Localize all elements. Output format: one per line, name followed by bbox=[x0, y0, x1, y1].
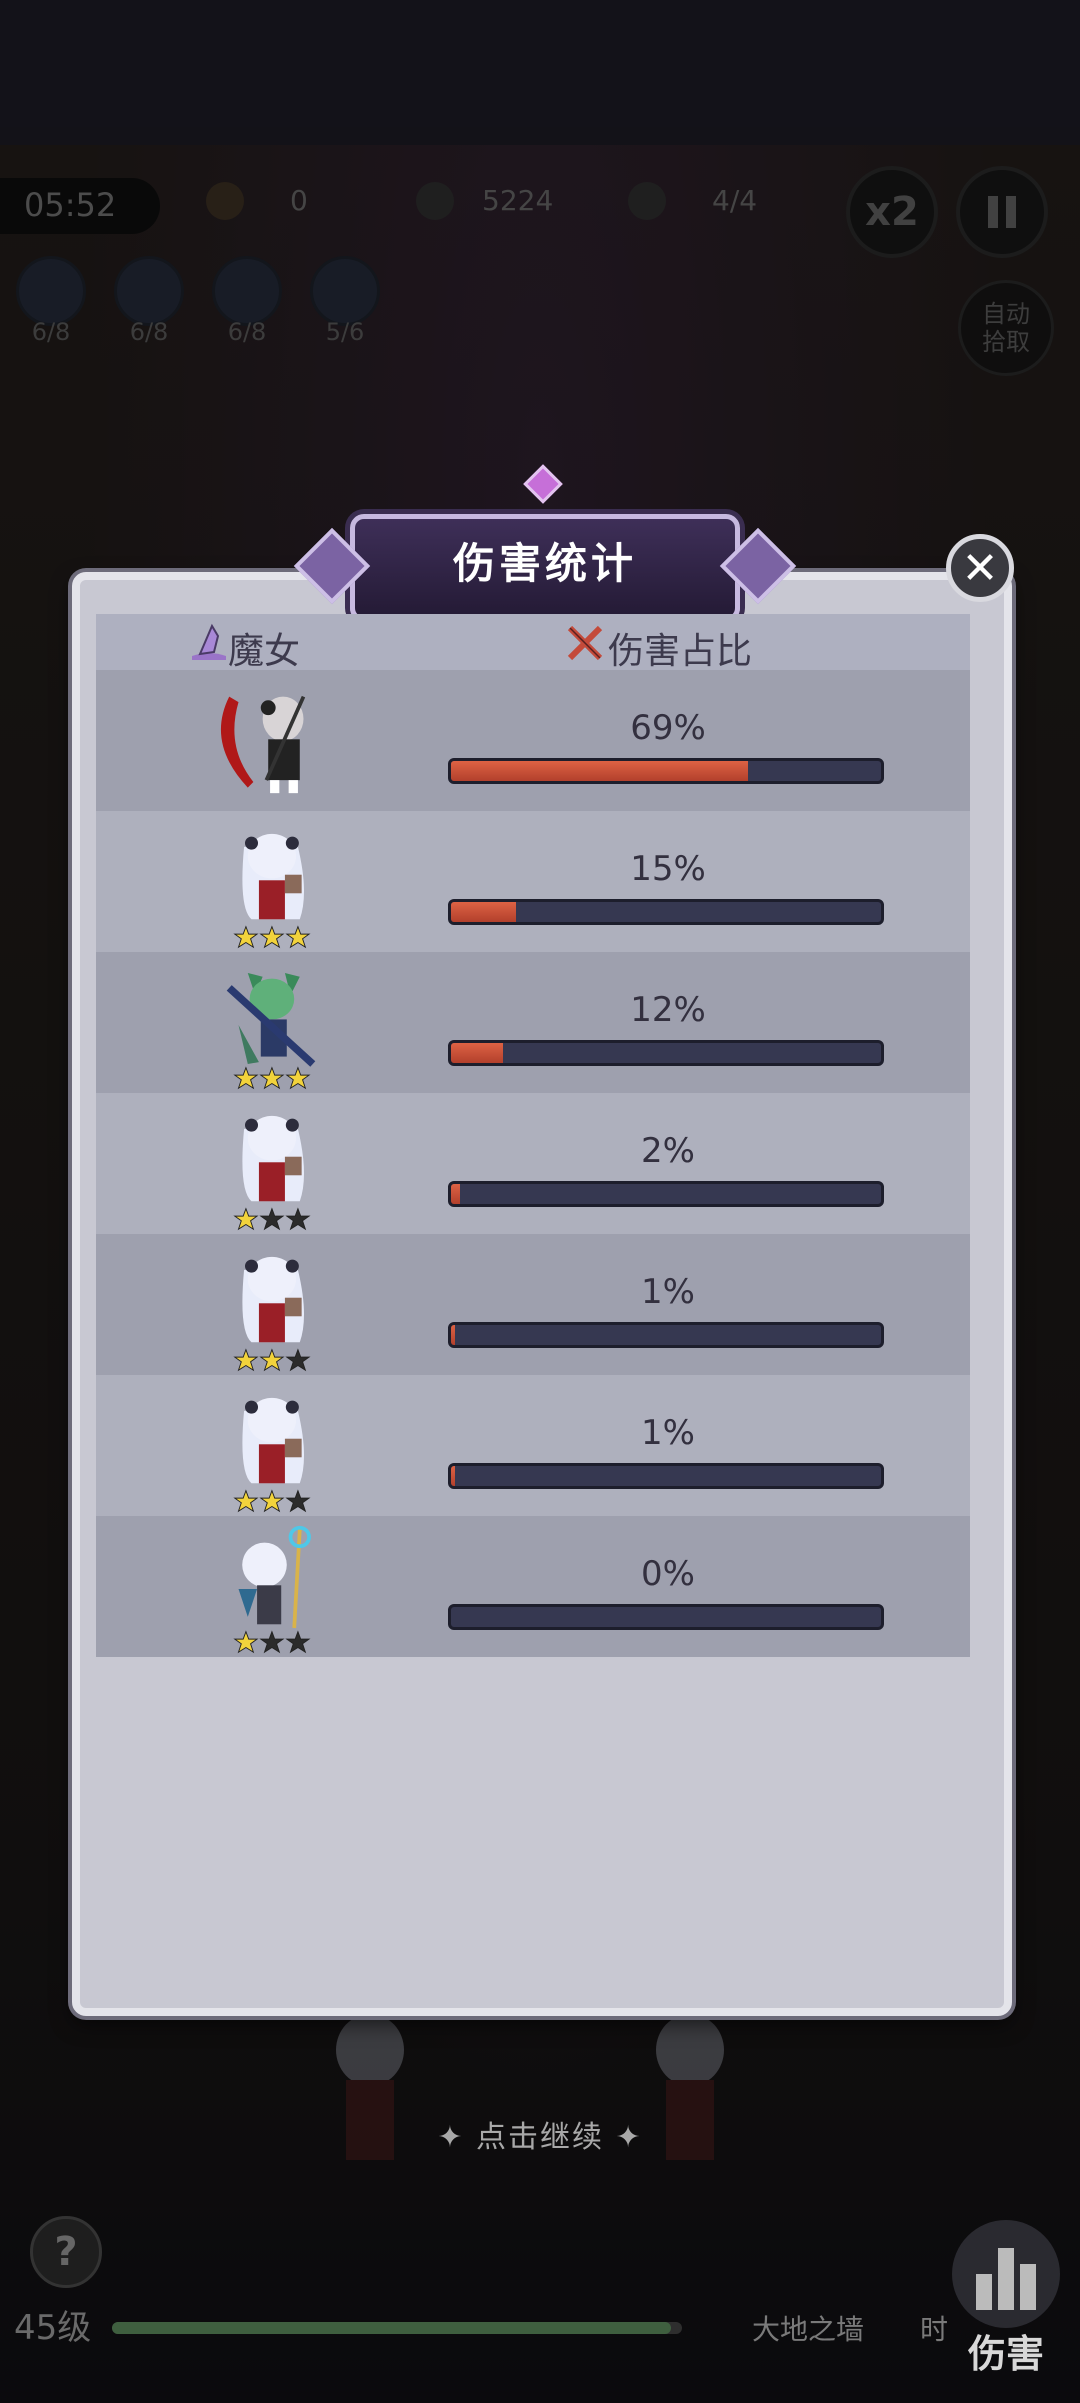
help-button[interactable]: ? bbox=[30, 2216, 102, 2288]
damage-button[interactable]: 伤害 bbox=[944, 2218, 1068, 2378]
character-avatar bbox=[233, 1256, 311, 1372]
damage-percent: 15% bbox=[630, 849, 706, 889]
earth-wall-label: 大地之墙 bbox=[752, 2313, 865, 2346]
damage-row: 69% bbox=[96, 670, 970, 811]
damage-bar-fill bbox=[451, 1184, 460, 1204]
xp-bar-fill bbox=[112, 2322, 671, 2334]
star-icon bbox=[259, 1630, 285, 1654]
damage-bar bbox=[448, 758, 884, 784]
star-icon bbox=[285, 1489, 311, 1513]
damage-bar bbox=[448, 1181, 884, 1207]
star-icon bbox=[233, 1348, 259, 1372]
damage-percent: 69% bbox=[630, 708, 706, 748]
character-avatar bbox=[220, 695, 306, 794]
continue-hint[interactable]: ✦ 点击继续 ✦ bbox=[0, 2112, 1080, 2156]
damage-bar bbox=[448, 1463, 884, 1489]
star-icon bbox=[233, 1489, 259, 1513]
damage-bar-fill bbox=[451, 1043, 503, 1063]
damage-row: 15% bbox=[96, 811, 970, 952]
table-header: 魔女 伤害占比 bbox=[96, 614, 970, 673]
damage-bar bbox=[448, 1040, 884, 1066]
character-avatar bbox=[233, 1115, 311, 1231]
damage-row: 1% bbox=[96, 1375, 970, 1516]
damage-column-header: 伤害占比 bbox=[608, 631, 753, 672]
star-icon bbox=[233, 1066, 259, 1090]
damage-button-label: 伤害 bbox=[967, 2332, 1044, 2376]
damage-bar bbox=[448, 1322, 884, 1348]
star-icon bbox=[233, 925, 259, 949]
continue-hint-label: 点击继续 bbox=[476, 2120, 604, 2155]
close-icon: ✕ bbox=[961, 542, 999, 594]
crossed-swords-icon bbox=[567, 625, 603, 661]
character-avatar bbox=[233, 1525, 311, 1654]
star-icon bbox=[285, 1630, 311, 1654]
witch-hat-icon bbox=[192, 623, 226, 660]
damage-bar bbox=[448, 1604, 884, 1630]
character-avatar bbox=[226, 973, 316, 1090]
damage-percent: 2% bbox=[641, 1131, 695, 1171]
question-icon: ? bbox=[54, 2229, 78, 2275]
damage-bar-fill bbox=[451, 902, 516, 922]
star-icon bbox=[259, 925, 285, 949]
xp-bar bbox=[112, 2322, 682, 2334]
damage-bar-fill bbox=[451, 761, 748, 781]
bar-chart-icon bbox=[952, 2220, 1060, 2328]
damage-bar-fill bbox=[451, 1325, 456, 1345]
star-icon bbox=[285, 1066, 311, 1090]
damage-percent: 1% bbox=[641, 1413, 695, 1453]
damage-rows: 69% 15% 12% 2% 1% 1% 0% bbox=[96, 670, 970, 1657]
dialog-title: 伤害统计 bbox=[452, 539, 637, 588]
close-button[interactable]: ✕ bbox=[946, 534, 1014, 602]
damage-bar-fill bbox=[451, 1466, 456, 1486]
star-icon bbox=[259, 1489, 285, 1513]
damage-row: 12% bbox=[96, 952, 970, 1093]
star-icon bbox=[285, 1348, 311, 1372]
damage-row: 0% bbox=[96, 1516, 970, 1657]
star-icon bbox=[285, 925, 311, 949]
damage-bar bbox=[448, 899, 884, 925]
damage-row: 1% bbox=[96, 1234, 970, 1375]
star-icon bbox=[259, 1348, 285, 1372]
character-avatar bbox=[233, 1397, 311, 1513]
star-icon bbox=[233, 1207, 259, 1231]
hero-column-header: 魔女 bbox=[228, 631, 301, 672]
damage-percent: 0% bbox=[641, 1554, 695, 1594]
star-icon bbox=[233, 1630, 259, 1654]
star-icon bbox=[259, 1207, 285, 1231]
star-icon bbox=[259, 1066, 285, 1090]
player-level: 45级 bbox=[14, 2308, 92, 2348]
damage-row: 2% bbox=[96, 1093, 970, 1234]
star-icon bbox=[285, 1207, 311, 1231]
damage-percent: 12% bbox=[630, 990, 706, 1030]
damage-percent: 1% bbox=[641, 1272, 695, 1312]
character-avatar bbox=[233, 833, 311, 949]
